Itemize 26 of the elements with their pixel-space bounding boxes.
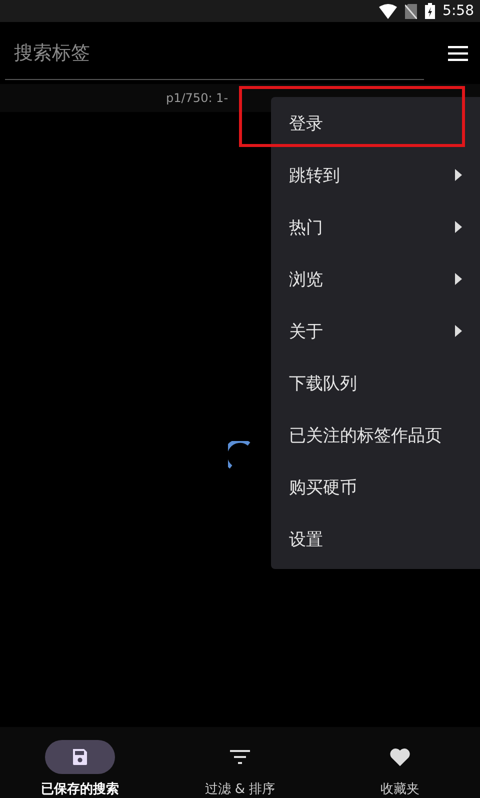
caret-icon — [455, 221, 462, 233]
filter-icon — [229, 748, 251, 766]
menu-item[interactable]: 已关注的标签作品页 — [271, 409, 480, 461]
caret-icon — [455, 325, 462, 337]
menu-icon — [448, 46, 468, 60]
wifi-icon — [378, 4, 397, 18]
search-field[interactable]: 搜索标签 — [5, 26, 424, 80]
save-icon — [70, 747, 90, 767]
caret-icon — [455, 169, 462, 181]
nav-tab[interactable]: 过滤 & 排序 — [160, 727, 320, 798]
menu-item[interactable]: 购买硬币 — [271, 461, 480, 513]
menu-item[interactable]: 下载队列 — [271, 357, 480, 409]
nav-tab[interactable]: 收藏夹 — [320, 727, 480, 798]
clock-time: 5:58 — [442, 3, 474, 19]
menu-item[interactable]: 登录 — [271, 97, 480, 149]
caret-icon — [455, 273, 462, 285]
no-sim-icon — [404, 4, 417, 18]
heart-icon — [389, 747, 411, 767]
nav-tab[interactable]: 已保存的搜索 — [0, 727, 160, 798]
menu-item[interactable]: 热门 — [271, 201, 480, 253]
menu-item[interactable]: 设置 — [271, 513, 480, 565]
menu-item[interactable]: 跳转到 — [271, 149, 480, 201]
menu-item[interactable]: 浏览 — [271, 253, 480, 305]
page-info: p1/750: 1- — [166, 91, 228, 105]
menu-item[interactable]: 关于 — [271, 305, 480, 357]
battery-icon — [424, 3, 435, 19]
